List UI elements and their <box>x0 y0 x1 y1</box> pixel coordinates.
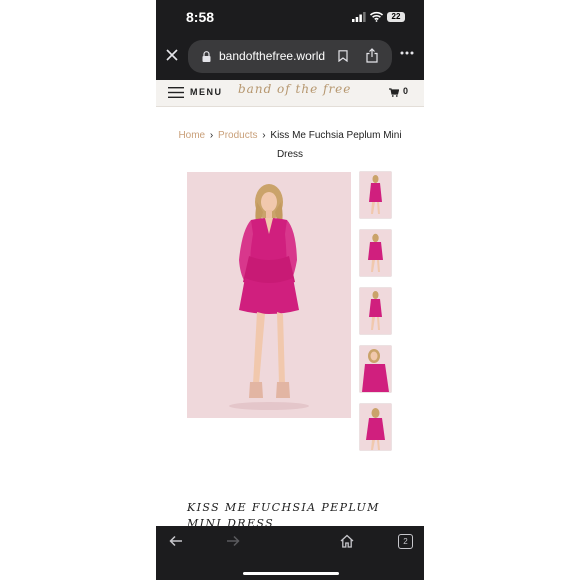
product-thumbnail[interactable] <box>360 288 391 334</box>
tabs-button[interactable]: 2 <box>398 534 413 549</box>
more-icon[interactable] <box>400 51 414 55</box>
thumbnail-image <box>368 233 383 272</box>
cart-count: 0 <box>403 86 409 96</box>
forward-icon[interactable] <box>226 535 240 547</box>
thumbnail-image <box>369 291 382 330</box>
breadcrumb: Home › Products › Kiss Me Fuchsia Peplum… <box>176 126 404 164</box>
battery-icon: 22 <box>387 12 405 22</box>
product-main-image[interactable] <box>187 172 351 418</box>
breadcrumb-home-link[interactable]: Home <box>178 130 205 141</box>
lock-icon <box>202 51 211 62</box>
product-thumbnail[interactable] <box>360 172 391 218</box>
breadcrumb-separator: › <box>209 130 214 141</box>
share-icon[interactable] <box>366 48 378 63</box>
model-photo <box>187 172 351 418</box>
thumbnail-image <box>369 175 382 214</box>
wifi-icon <box>370 11 383 22</box>
back-icon[interactable] <box>169 535 183 547</box>
browser-url-bar: bandofthefree.world <box>156 36 424 80</box>
product-thumbnail[interactable] <box>360 404 391 450</box>
breadcrumb-current: Kiss Me Fuchsia Peplum Mini Dress <box>270 130 402 160</box>
status-bar: 8:58 22 <box>156 0 424 36</box>
phone-screen: 8:58 22 bandofthefree.world MENU band of… <box>156 0 424 580</box>
product-thumbnail[interactable] <box>360 346 391 392</box>
address-field[interactable]: bandofthefree.world <box>188 40 392 73</box>
bookmark-icon[interactable] <box>338 50 348 62</box>
home-icon[interactable] <box>340 534 354 548</box>
signal-icon <box>352 12 366 22</box>
breadcrumb-separator: › <box>262 130 266 141</box>
thumbnail-image <box>366 408 385 450</box>
breadcrumb-products-link[interactable]: Products <box>218 130 257 141</box>
site-header: MENU band of the free 0 <box>156 80 424 107</box>
url-text: bandofthefree.world <box>219 49 326 63</box>
thumbnail-image <box>362 349 389 392</box>
brand-logo[interactable]: band of the free <box>238 82 351 96</box>
status-time: 8:58 <box>186 9 215 25</box>
product-thumbnail[interactable] <box>360 230 391 276</box>
browser-bottom-toolbar: 2 <box>156 526 424 580</box>
close-icon[interactable] <box>166 49 178 61</box>
hamburger-menu-icon[interactable] <box>168 87 184 98</box>
menu-label[interactable]: MENU <box>190 87 223 97</box>
home-indicator <box>243 572 339 575</box>
cart-icon[interactable] <box>389 88 399 97</box>
